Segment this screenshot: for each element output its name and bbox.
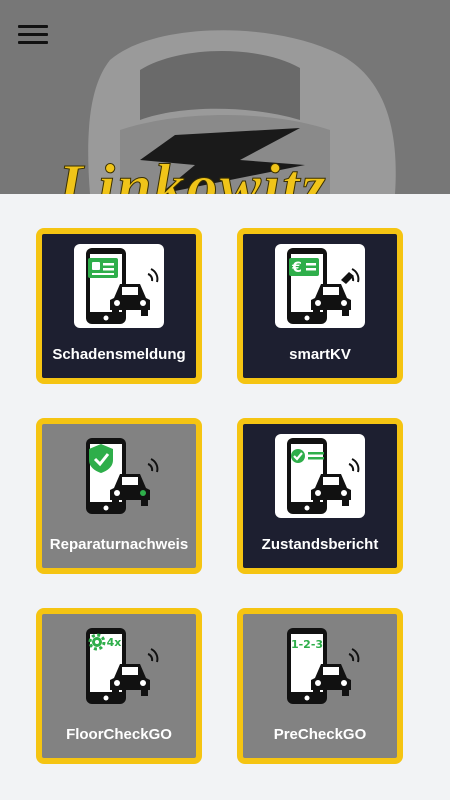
steps-glyph: 1-2-3 <box>291 638 323 651</box>
tile-label: FloorCheckGO <box>66 726 172 743</box>
phone-gear-4x-car-icon: 4x <box>74 624 164 708</box>
phone-1-2-3-car-icon: 1-2-3 <box>275 624 365 708</box>
phone-checkmark-car-icon <box>275 434 365 518</box>
menu-bar <box>18 33 48 36</box>
tile-precheckgo[interactable]: 1-2-3 PreCheckGO <box>237 608 403 764</box>
phone-euro-car-icon: € <box>275 244 365 328</box>
tile-floorcheckgo[interactable]: 4x FloorCheckGO <box>36 608 202 764</box>
tile-label: Schadensmeldung <box>52 346 186 363</box>
multiplier-glyph: 4x <box>107 636 122 649</box>
euro-glyph: € <box>291 260 302 276</box>
tile-label: Reparaturnachweis <box>49 536 189 553</box>
tile-zustandsbericht[interactable]: Zustandsbericht <box>237 418 403 574</box>
brand-logo-text: Linkowitz <box>58 153 328 195</box>
phone-id-card-car-icon <box>74 244 164 328</box>
menu-bar <box>18 25 48 28</box>
tile-label: Zustandsbericht <box>261 536 379 553</box>
tile-schadensmeldung[interactable]: Schadensmeldung <box>36 228 202 384</box>
tile-label: PreCheckGO <box>273 726 367 743</box>
hamburger-menu-icon[interactable] <box>18 24 48 48</box>
tile-label: smartKV <box>289 346 351 363</box>
phone-shield-check-car-icon <box>74 434 164 518</box>
tile-reparaturnachweis[interactable]: Reparaturnachweis <box>36 418 202 574</box>
header-banner: Linkowitz <box>0 0 450 194</box>
feature-grid: Schadensmeldung € smartKV Reparaturnachw… <box>0 194 450 800</box>
menu-bar <box>18 41 48 44</box>
tile-smartkv[interactable]: € smartKV <box>237 228 403 384</box>
